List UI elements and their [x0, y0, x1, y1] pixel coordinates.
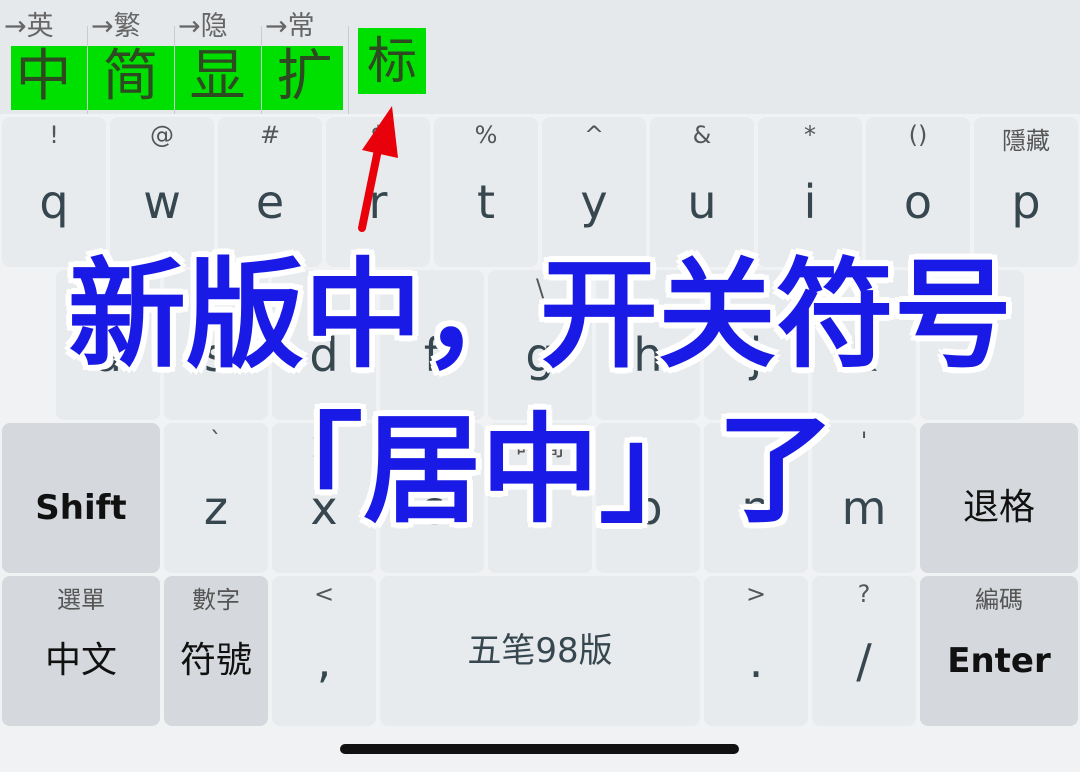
red-arrow-icon [358, 106, 398, 232]
toggle-extended-common[interactable]: →常 扩 [261, 0, 348, 114]
key-q-label: q [39, 175, 69, 229]
toggle-hint-traditional: →繁 [91, 11, 141, 42]
key-comma[interactable]: <, [272, 576, 376, 726]
key-chinese[interactable]: 選單 中文 [2, 576, 160, 726]
annotation-line-2: 「居中」了 [244, 401, 835, 539]
key-symbols[interactable]: 數字 符號 [164, 576, 268, 726]
key-chinese-secondary: 選單 [57, 586, 105, 614]
key-e-secondary: # [259, 121, 281, 149]
toggle-hint-english: →英 [4, 11, 54, 42]
key-comma-label: , [316, 634, 332, 688]
toggle-simplified-traditional[interactable]: →繁 简 [87, 0, 174, 114]
key-q-secondary: ! [49, 121, 59, 149]
key-slash-secondary: ? [857, 580, 871, 608]
toggle-chinese-english[interactable]: →英 中 [0, 0, 87, 114]
key-symbols-secondary: 數字 [192, 586, 240, 614]
key-enter-secondary: 編碼 [975, 586, 1023, 614]
key-period-secondary: > [745, 580, 767, 608]
key-comma-secondary: < [313, 580, 335, 608]
key-space[interactable]: 五笔98版 [380, 576, 700, 726]
toggle-char-chinese: 中 [15, 44, 72, 109]
punctuation-mark-toggle[interactable]: 标 [358, 28, 426, 94]
key-slash-label: / [856, 634, 872, 688]
toggle-hint-common: →常 [265, 11, 315, 42]
key-p-secondary: 隱藏 [1002, 127, 1050, 155]
key-enter-label: Enter [947, 641, 1051, 681]
key-o-secondary: () [908, 121, 928, 149]
key-u-label: u [687, 175, 717, 229]
key-u-secondary: & [692, 121, 712, 149]
key-y-label: y [580, 175, 608, 229]
annotation-line-1: 新版中，开关符号 [67, 246, 1012, 384]
key-t-label: t [476, 175, 496, 229]
key-e-label: e [255, 175, 285, 229]
toggle-char-extended: 扩 [276, 44, 333, 109]
key-w-label: w [143, 175, 181, 229]
key-period[interactable]: >. [704, 576, 808, 726]
candidate-toolbar: →英 中 →繁 简 →隐 显 →常 扩 标 [0, 0, 1080, 114]
home-indicator[interactable] [340, 744, 739, 754]
toggle-show-hide[interactable]: →隐 显 [174, 0, 261, 114]
key-slash[interactable]: ? / [812, 576, 916, 726]
key-p-label: p [1011, 175, 1041, 229]
key-period-label: . [748, 634, 764, 688]
key-i-secondary: * [804, 121, 816, 149]
toggle-char-simplified: 简 [102, 44, 159, 109]
toggle-char-show: 显 [189, 44, 246, 109]
key-i-label: i [803, 175, 817, 229]
toggle-hint-hide: →隐 [178, 11, 228, 42]
key-enter[interactable]: 編碼 Enter [920, 576, 1078, 726]
key-symbols-label: 符號 [179, 640, 252, 681]
key-t-secondary: % [474, 121, 498, 149]
key-space-label: 五笔98版 [467, 631, 613, 671]
key-chinese-label: 中文 [44, 640, 117, 681]
key-w-secondary: @ [150, 121, 174, 149]
key-y-secondary: ^ [583, 121, 605, 149]
key-o-label: o [903, 175, 933, 229]
